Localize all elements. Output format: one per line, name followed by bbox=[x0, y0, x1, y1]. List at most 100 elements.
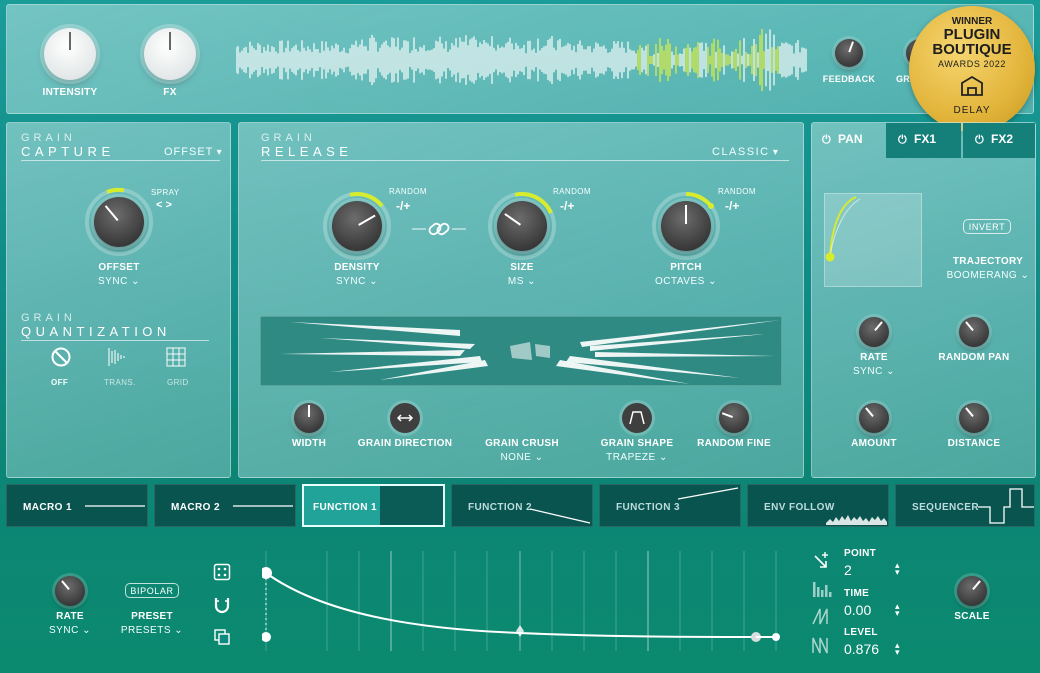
fx-label: FX bbox=[163, 87, 177, 98]
point-label: POINT bbox=[844, 548, 877, 559]
pan-rate-label: RATE bbox=[860, 352, 888, 363]
waveform-display[interactable] bbox=[236, 28, 808, 92]
dice-icon[interactable] bbox=[213, 563, 231, 581]
size-random-value[interactable]: -/+ bbox=[560, 199, 574, 213]
function-2-preview bbox=[530, 508, 591, 524]
grain-direction-button[interactable] bbox=[390, 403, 420, 433]
mod-tab-sequencer[interactable]: SEQUENCER bbox=[895, 484, 1035, 527]
intensity-knob[interactable] bbox=[44, 28, 96, 80]
offset-sync-value: SYNC bbox=[98, 276, 128, 287]
bidirectional-arrow-icon bbox=[396, 414, 414, 422]
mod-tab-macro-1[interactable]: MACRO 1 bbox=[6, 484, 148, 527]
badge-plugin: PLUGIN bbox=[943, 26, 1001, 43]
pitch-knob[interactable] bbox=[661, 201, 711, 251]
level-label: LEVEL bbox=[844, 627, 878, 638]
mod-tab-label: ENV FOLLOW bbox=[764, 502, 835, 513]
pitch-unit-value: OCTAVES bbox=[655, 276, 705, 287]
grid-icon[interactable] bbox=[165, 346, 187, 368]
preset-select[interactable]: PRESETS ⌄ bbox=[112, 625, 192, 636]
grain-shape-select[interactable]: TRAPEZE ⌄ bbox=[587, 452, 687, 463]
trajectory-value: BOOMERANG bbox=[946, 270, 1018, 281]
level-value[interactable]: 0.876 bbox=[844, 641, 879, 657]
mod-tab-label: FUNCTION 3 bbox=[616, 502, 680, 513]
power-icon: ⏻ bbox=[822, 134, 831, 146]
add-point-icon[interactable] bbox=[812, 551, 832, 571]
offset-sync-select[interactable]: SYNC ⌄ bbox=[79, 276, 159, 287]
distance-knob[interactable] bbox=[959, 403, 989, 433]
prohibit-icon[interactable] bbox=[50, 346, 72, 368]
point-value[interactable]: 2 bbox=[844, 562, 852, 578]
pan-panel bbox=[811, 122, 1036, 478]
pitch-random-label: RANDOM bbox=[718, 187, 756, 196]
width-knob[interactable] bbox=[294, 403, 324, 433]
scale-knob[interactable] bbox=[957, 576, 987, 606]
density-random-value[interactable]: -/+ bbox=[396, 199, 410, 213]
award-badge: WINNER PLUGIN BOUTIQUE AWARDS 2022 DELAY bbox=[909, 6, 1035, 132]
release-mode-value: CLASSIC bbox=[712, 146, 770, 158]
random-fine-knob[interactable] bbox=[719, 403, 749, 433]
level-stepper-icon[interactable]: ▴ ▾ bbox=[895, 641, 900, 657]
time-value[interactable]: 0.00 bbox=[844, 602, 871, 618]
sequencer-preview bbox=[978, 488, 1034, 524]
mod-tab-macro-2[interactable]: MACRO 2 bbox=[154, 484, 296, 527]
intensity-label: INTENSITY bbox=[42, 87, 98, 98]
copy-icon[interactable] bbox=[213, 628, 231, 646]
fx-knob[interactable] bbox=[144, 28, 196, 80]
scale-label: SCALE bbox=[954, 611, 990, 622]
grain-shape-button[interactable] bbox=[622, 403, 652, 433]
func-rate-select[interactable]: SYNC ⌄ bbox=[30, 625, 110, 636]
grain-crush-select[interactable]: NONE ⌄ bbox=[472, 452, 572, 463]
pitch-unit-select[interactable]: OCTAVES ⌄ bbox=[646, 276, 726, 287]
release-title-top: GRAIN bbox=[261, 132, 316, 144]
invert-button[interactable]: INVERT bbox=[963, 219, 1011, 234]
mod-tab-label: MACRO 2 bbox=[171, 502, 220, 513]
spray-arrows[interactable]: < > bbox=[156, 199, 172, 211]
random-pan-knob[interactable] bbox=[959, 317, 989, 347]
func-rate-value: SYNC bbox=[49, 625, 79, 636]
tab-fx2[interactable]: ⏻ FX2 bbox=[963, 123, 1035, 158]
release-mode-select[interactable]: CLASSIC ▾ bbox=[712, 146, 778, 158]
trajectory-select[interactable]: BOOMERANG ⌄ bbox=[944, 270, 1032, 281]
func-rate-label: RATE bbox=[56, 611, 84, 622]
preset-value: PRESETS bbox=[120, 625, 171, 636]
magnet-icon[interactable] bbox=[213, 596, 231, 614]
quant-trans-label: TRANS. bbox=[104, 378, 136, 387]
mod-tab-env-follow[interactable]: ENV FOLLOW bbox=[747, 484, 889, 527]
tab-pan[interactable]: ⏻ PAN bbox=[812, 123, 884, 158]
macro-2-preview bbox=[233, 505, 293, 507]
mod-tab-function-3[interactable]: FUNCTION 3 bbox=[599, 484, 741, 527]
pitch-random-value[interactable]: -/+ bbox=[725, 199, 739, 213]
ramp-shape-icon[interactable] bbox=[812, 607, 832, 625]
mod-tab-function-2[interactable]: FUNCTION 2 bbox=[451, 484, 593, 527]
macro-1-preview bbox=[85, 505, 145, 507]
link-icon[interactable] bbox=[410, 218, 468, 240]
pan-trajectory-pad[interactable] bbox=[824, 193, 922, 287]
random-pan-label: RANDOM PAN bbox=[938, 352, 1010, 363]
size-knob[interactable] bbox=[497, 201, 547, 251]
pan-rate-select[interactable]: SYNC ⌄ bbox=[834, 366, 914, 377]
size-unit-select[interactable]: MS ⌄ bbox=[482, 276, 562, 287]
density-sync-select[interactable]: SYNC ⌄ bbox=[317, 276, 397, 287]
transient-icon[interactable] bbox=[106, 346, 130, 368]
mod-tab-function-1[interactable]: FUNCTION 1 bbox=[302, 484, 445, 527]
tab-fx1[interactable]: ⏻ FX1 bbox=[886, 123, 961, 158]
saw-shape-icon[interactable] bbox=[812, 636, 832, 654]
pan-amount-knob[interactable] bbox=[859, 403, 889, 433]
point-stepper-icon[interactable]: ▴ ▾ bbox=[895, 561, 900, 577]
quant-title: QUANTIZATION bbox=[21, 324, 171, 339]
pan-rate-knob[interactable] bbox=[859, 317, 889, 347]
grain-release-panel bbox=[238, 122, 804, 478]
power-icon: ⏻ bbox=[975, 134, 984, 146]
time-stepper-icon[interactable]: ▴ ▾ bbox=[895, 602, 900, 618]
feedback-knob[interactable] bbox=[835, 39, 863, 67]
function-envelope-editor[interactable] bbox=[262, 551, 792, 651]
bars-icon[interactable] bbox=[812, 580, 832, 598]
distance-label: DISTANCE bbox=[947, 438, 1001, 449]
offset-knob[interactable] bbox=[94, 197, 144, 247]
capture-mode-value: OFFSET bbox=[164, 146, 214, 158]
func-rate-knob[interactable] bbox=[55, 576, 85, 606]
pan-rate-value: SYNC bbox=[853, 366, 883, 377]
capture-mode-select[interactable]: OFFSET ▾ bbox=[164, 146, 222, 158]
density-knob[interactable] bbox=[332, 201, 382, 251]
bipolar-button[interactable]: BIPOLAR bbox=[125, 583, 179, 598]
